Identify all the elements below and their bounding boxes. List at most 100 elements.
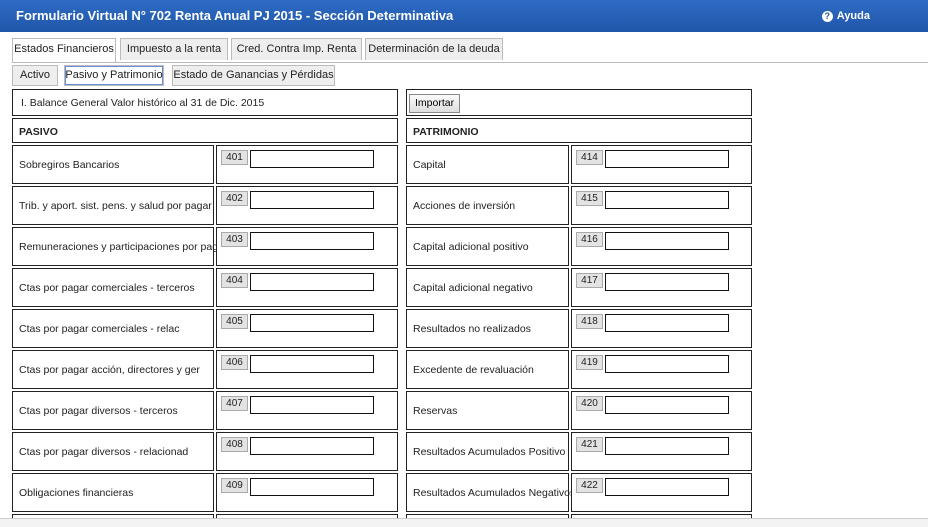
row-label: Sobregiros Bancarios bbox=[19, 159, 120, 171]
main-tabs: Estados Financieros Impuesto a la renta … bbox=[12, 38, 928, 63]
field-code: 403 bbox=[221, 232, 248, 247]
row-label: Ctas por pagar comerciales - relac bbox=[19, 323, 180, 335]
row-label-cell: Capital adicional positivo bbox=[406, 227, 569, 266]
field-code: 404 bbox=[221, 273, 248, 288]
row-label-cell: Acciones de inversión bbox=[406, 186, 569, 225]
row-label: Capital adicional positivo bbox=[413, 241, 529, 253]
balance-title-cell: I. Balance General Valor histórico al 31… bbox=[12, 89, 398, 116]
amount-input-418[interactable] bbox=[605, 314, 729, 332]
row-field-cell: 406 bbox=[216, 350, 398, 389]
amount-input-414[interactable] bbox=[605, 150, 729, 168]
row-field-cell: 415 bbox=[571, 186, 752, 225]
amount-input-401[interactable] bbox=[250, 150, 374, 168]
amount-input-403[interactable] bbox=[250, 232, 374, 250]
row-label: Ctas por pagar comerciales - terceros bbox=[19, 282, 195, 294]
amount-input-406[interactable] bbox=[250, 355, 374, 373]
row-label-cell: Resultados Acumulados Positivo bbox=[406, 432, 569, 471]
row-field-cell: 403 bbox=[216, 227, 398, 266]
field-code: 417 bbox=[576, 273, 603, 288]
row-label: Remuneraciones y participaciones por pag… bbox=[19, 241, 228, 253]
row-field-cell: 404 bbox=[216, 268, 398, 307]
field-code: 405 bbox=[221, 314, 248, 329]
row-label: Acciones de inversión bbox=[413, 200, 516, 212]
row-field-cell: 402 bbox=[216, 186, 398, 225]
row-label: Obligaciones financieras bbox=[19, 487, 134, 499]
amount-input-419[interactable] bbox=[605, 355, 729, 373]
tab-cred-contra-imp[interactable]: Cred. Contra Imp. Renta bbox=[231, 38, 362, 60]
row-label: Capital bbox=[413, 159, 446, 171]
row-label-cell: Ctas por pagar diversos - relacionad bbox=[12, 432, 214, 471]
subtab-activo[interactable]: Activo bbox=[12, 65, 58, 86]
row-label-cell: Resultados Acumulados Negativos bbox=[406, 473, 575, 512]
amount-input-402[interactable] bbox=[250, 191, 374, 209]
row-label: Capital adicional negativo bbox=[413, 282, 533, 294]
field-code: 402 bbox=[221, 191, 248, 206]
sub-tabs: Activo Pasivo y Patrimonio Estado de Gan… bbox=[12, 64, 928, 88]
field-code: 414 bbox=[576, 150, 603, 165]
amount-input-404[interactable] bbox=[250, 273, 374, 291]
row-label: Ctas por pagar acción, directores y ger bbox=[19, 364, 200, 376]
row-field-cell: 421 bbox=[571, 432, 752, 471]
row-field-cell: 418 bbox=[571, 309, 752, 348]
amount-input-417[interactable] bbox=[605, 273, 729, 291]
row-label-cell: Ctas por pagar diversos - terceros bbox=[12, 391, 214, 430]
amount-input-407[interactable] bbox=[250, 396, 374, 414]
amount-input-405[interactable] bbox=[250, 314, 374, 332]
field-code: 409 bbox=[221, 478, 248, 493]
field-code: 415 bbox=[576, 191, 603, 206]
field-code: 421 bbox=[576, 437, 603, 452]
row-label-cell: Resultados no realizados bbox=[406, 309, 569, 348]
row-field-cell: 417 bbox=[571, 268, 752, 307]
tab-impuesto-renta[interactable]: Impuesto a la renta bbox=[120, 38, 228, 60]
row-field-cell: 422 bbox=[571, 473, 752, 512]
row-label: Reservas bbox=[413, 405, 458, 417]
pasivo-header: PASIVO bbox=[19, 126, 58, 138]
amount-input-420[interactable] bbox=[605, 396, 729, 414]
subtab-ganancias-perdidas[interactable]: Estado de Ganancias y Pérdidas bbox=[172, 65, 335, 86]
row-field-cell: 416 bbox=[571, 227, 752, 266]
field-code: 407 bbox=[221, 396, 248, 411]
row-field-cell: 407 bbox=[216, 391, 398, 430]
import-button[interactable]: Importar bbox=[409, 94, 461, 113]
amount-input-416[interactable] bbox=[605, 232, 729, 250]
tab-determinacion-deuda[interactable]: Determinación de la deuda bbox=[365, 38, 503, 60]
amount-input-409[interactable] bbox=[250, 478, 374, 496]
row-label: Ctas por pagar diversos - relacionad bbox=[19, 446, 189, 458]
row-field-cell: 405 bbox=[216, 309, 398, 348]
help-link[interactable]: ? Ayuda bbox=[821, 10, 870, 22]
amount-input-415[interactable] bbox=[605, 191, 729, 209]
row-label-cell: Capital bbox=[406, 145, 569, 184]
amount-input-421[interactable] bbox=[605, 437, 729, 455]
row-label-cell: Sobregiros Bancarios bbox=[12, 145, 214, 184]
amount-input-422[interactable] bbox=[605, 478, 729, 496]
tab-estados-financieros[interactable]: Estados Financieros bbox=[12, 38, 116, 62]
row-field-cell: 420 bbox=[571, 391, 752, 430]
help-label: Ayuda bbox=[836, 10, 870, 22]
amount-input-408[interactable] bbox=[250, 437, 374, 455]
import-cell: Importar bbox=[406, 89, 752, 116]
row-label-cell: Capital adicional negativo bbox=[406, 268, 569, 307]
row-label-cell: Remuneraciones y participaciones por pag… bbox=[12, 227, 227, 266]
field-code: 401 bbox=[221, 150, 248, 165]
row-field-cell: 408 bbox=[216, 432, 398, 471]
subtab-pasivo-patrimonio[interactable]: Pasivo y Patrimonio bbox=[64, 65, 164, 86]
pasivo-header-cell: PASIVO bbox=[12, 118, 398, 143]
field-code: 422 bbox=[576, 478, 603, 493]
row-label-cell: Trib. y aport. sist. pens. y salud por p… bbox=[12, 186, 214, 225]
field-code: 418 bbox=[576, 314, 603, 329]
row-label: Resultados Acumulados Positivo bbox=[413, 446, 566, 458]
title-bar: Formulario Virtual N° 702 Renta Anual PJ… bbox=[0, 0, 928, 32]
row-field-cell: 401 bbox=[216, 145, 398, 184]
help-icon: ? bbox=[821, 10, 833, 22]
field-code: 408 bbox=[221, 437, 248, 452]
balance-title: I. Balance General Valor histórico al 31… bbox=[21, 97, 265, 109]
patrimonio-header-cell: PATRIMONIO bbox=[406, 118, 752, 143]
field-code: 406 bbox=[221, 355, 248, 370]
window-title: Formulario Virtual N° 702 Renta Anual PJ… bbox=[16, 8, 454, 23]
row-label-cell: Ctas por pagar acción, directores y ger bbox=[12, 350, 214, 389]
row-field-cell: 409 bbox=[216, 473, 398, 512]
row-label-cell: Ctas por pagar comerciales - terceros bbox=[12, 268, 214, 307]
field-code: 420 bbox=[576, 396, 603, 411]
row-label-cell: Ctas por pagar comerciales - relac bbox=[12, 309, 214, 348]
row-label: Resultados Acumulados Negativos bbox=[413, 487, 576, 499]
